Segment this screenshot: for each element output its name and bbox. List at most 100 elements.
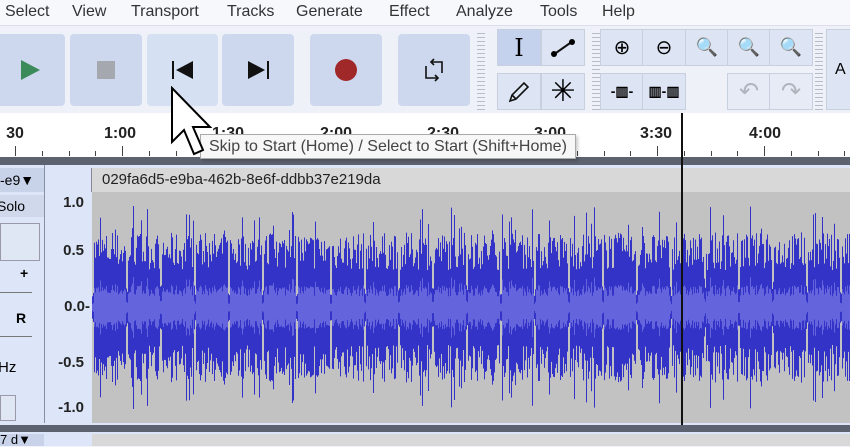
effects-button[interactable] — [0, 223, 40, 261]
record-icon — [335, 59, 357, 81]
envelope-icon — [551, 38, 575, 57]
skip-start-icon — [171, 61, 193, 79]
menu-view[interactable]: View — [72, 3, 106, 21]
toolbar: I ✳ ⊕ ⊖ 🔍 🔍 🔍 -▥- ▥-▥ ↶ ↷ A — [0, 25, 850, 113]
clip-title-bar[interactable]: 029fa6d5-e9ba-462b-8e6f-ddbb37e219da — [92, 168, 850, 192]
ruler-tick — [15, 146, 16, 156]
cut-label: A — [835, 60, 846, 78]
scale-label: -1.0 — [58, 399, 84, 416]
stop-icon — [97, 61, 115, 79]
scale-header — [45, 168, 92, 192]
undo-button[interactable]: ↶ — [727, 73, 771, 110]
menu-transport[interactable]: Transport — [131, 3, 199, 21]
ruler-tick — [791, 151, 792, 156]
draw-tool-button[interactable] — [497, 73, 541, 110]
ruler-tick — [149, 151, 150, 156]
ruler-tick-label: 1:00 — [103, 125, 137, 142]
gain-slider[interactable] — [0, 287, 32, 293]
toolbar-grip[interactable] — [815, 30, 823, 110]
skip-end-icon — [248, 61, 269, 79]
envelope-tool-button[interactable] — [541, 29, 585, 66]
playhead-line — [681, 113, 683, 425]
pan-right-label: R — [16, 310, 27, 326]
redo-icon: ↷ — [780, 78, 802, 105]
collapse-button[interactable] — [0, 395, 16, 421]
divider — [0, 425, 850, 432]
track-menu-button[interactable]: -e9▼ — [0, 168, 44, 192]
zoom-in-button[interactable]: ⊕ — [600, 29, 644, 66]
play-button[interactable] — [0, 34, 65, 106]
gain-plus-label: + — [20, 265, 29, 281]
solo-label: Solo — [0, 198, 26, 214]
i-beam-icon: I — [514, 33, 524, 62]
loop-icon — [425, 58, 443, 82]
menu-effect[interactable]: Effect — [389, 3, 430, 21]
audio-track: -e9▼ Solo + R Hz 1.0 0.5 0.0- -0.5 -1.0 … — [0, 165, 850, 425]
trim-outside-button[interactable]: -▥- — [600, 73, 644, 110]
scale-label: 1.0 — [63, 194, 84, 211]
asterisk-icon: ✳ — [550, 75, 576, 108]
ruler-tick — [69, 151, 70, 156]
track-name-short: -e9 — [0, 172, 21, 188]
menu-analyze[interactable]: Analyze — [456, 3, 513, 21]
stop-button[interactable] — [70, 34, 142, 106]
scale-label: -0.5 — [58, 354, 84, 371]
selection-tool-button[interactable]: I — [497, 29, 541, 66]
redo-button[interactable]: ↷ — [769, 73, 813, 110]
ruler-tick — [42, 151, 43, 156]
fit-project-icon: 🔍 — [737, 37, 761, 57]
track-name-short: 7 d — [0, 432, 19, 447]
menu-select[interactable]: Select — [5, 3, 49, 21]
clip-title-bar[interactable] — [92, 434, 850, 446]
toolbar-grip[interactable] — [592, 30, 600, 110]
ruler-tick — [844, 151, 845, 156]
undo-icon: ↶ — [738, 78, 760, 105]
mouse-cursor-icon — [171, 86, 213, 156]
zoom-toggle-button[interactable]: 🔍 — [769, 29, 813, 66]
fit-selection-button[interactable]: 🔍 — [685, 29, 729, 66]
ruler-tick — [630, 151, 631, 156]
menu-tracks[interactable]: Tracks — [227, 3, 274, 21]
menu-tools[interactable]: Tools — [540, 3, 577, 21]
ruler-tick — [122, 146, 123, 156]
skip-to-end-button[interactable] — [222, 34, 294, 106]
multi-tool-button[interactable]: ✳ — [541, 73, 585, 110]
waveform[interactable] — [92, 192, 850, 423]
trim-icon: -▥- — [610, 83, 634, 99]
zoom-toggle-icon: 🔍 — [779, 37, 803, 57]
cut-toolbar[interactable]: A — [826, 29, 850, 110]
tooltip: Skip to Start (Home) / Select to Start (… — [200, 134, 576, 159]
toolbar-grip[interactable] — [477, 30, 485, 110]
menu-help[interactable]: Help — [602, 3, 635, 21]
menu-generate[interactable]: Generate — [296, 3, 363, 21]
pan-slider[interactable] — [0, 331, 32, 337]
pencil-icon — [508, 81, 530, 102]
ruler-tick — [604, 151, 605, 156]
fit-selection-icon: 🔍 — [695, 37, 719, 57]
ruler-tick — [711, 151, 712, 156]
ruler-tick — [95, 151, 96, 156]
record-button[interactable] — [310, 34, 382, 106]
ruler-tick — [764, 146, 765, 156]
solo-button[interactable]: Solo — [0, 195, 44, 217]
vertical-scale[interactable]: 1.0 0.5 0.0- -0.5 -1.0 — [45, 192, 92, 423]
scale-label: 0.0- — [64, 298, 90, 315]
ruler-tick — [657, 146, 658, 156]
ruler-tick — [577, 151, 578, 156]
ruler-tick — [818, 151, 819, 156]
ruler-tick-label: 30 — [6, 125, 24, 142]
clip-name: 029fa6d5-e9ba-462b-8e6f-ddbb37e219da — [102, 171, 381, 188]
silence-button[interactable]: ▥-▥ — [642, 73, 686, 110]
zoom-in-icon: ⊕ — [613, 37, 631, 59]
zoom-out-button[interactable]: ⊖ — [642, 29, 686, 66]
scale-label: 0.5 — [63, 242, 84, 259]
track-control-panel: -e9▼ Solo + R Hz — [0, 165, 45, 423]
fit-project-button[interactable]: 🔍 — [727, 29, 771, 66]
loop-button[interactable] — [398, 34, 470, 106]
audio-track-2: 7 d▼ — [0, 432, 850, 446]
ruler-tick — [684, 151, 685, 156]
sample-rate-label: Hz — [0, 359, 17, 376]
track-menu-button[interactable]: 7 d▼ — [0, 432, 44, 447]
ruler-tick — [737, 151, 738, 156]
silence-icon: ▥-▥ — [648, 83, 680, 99]
